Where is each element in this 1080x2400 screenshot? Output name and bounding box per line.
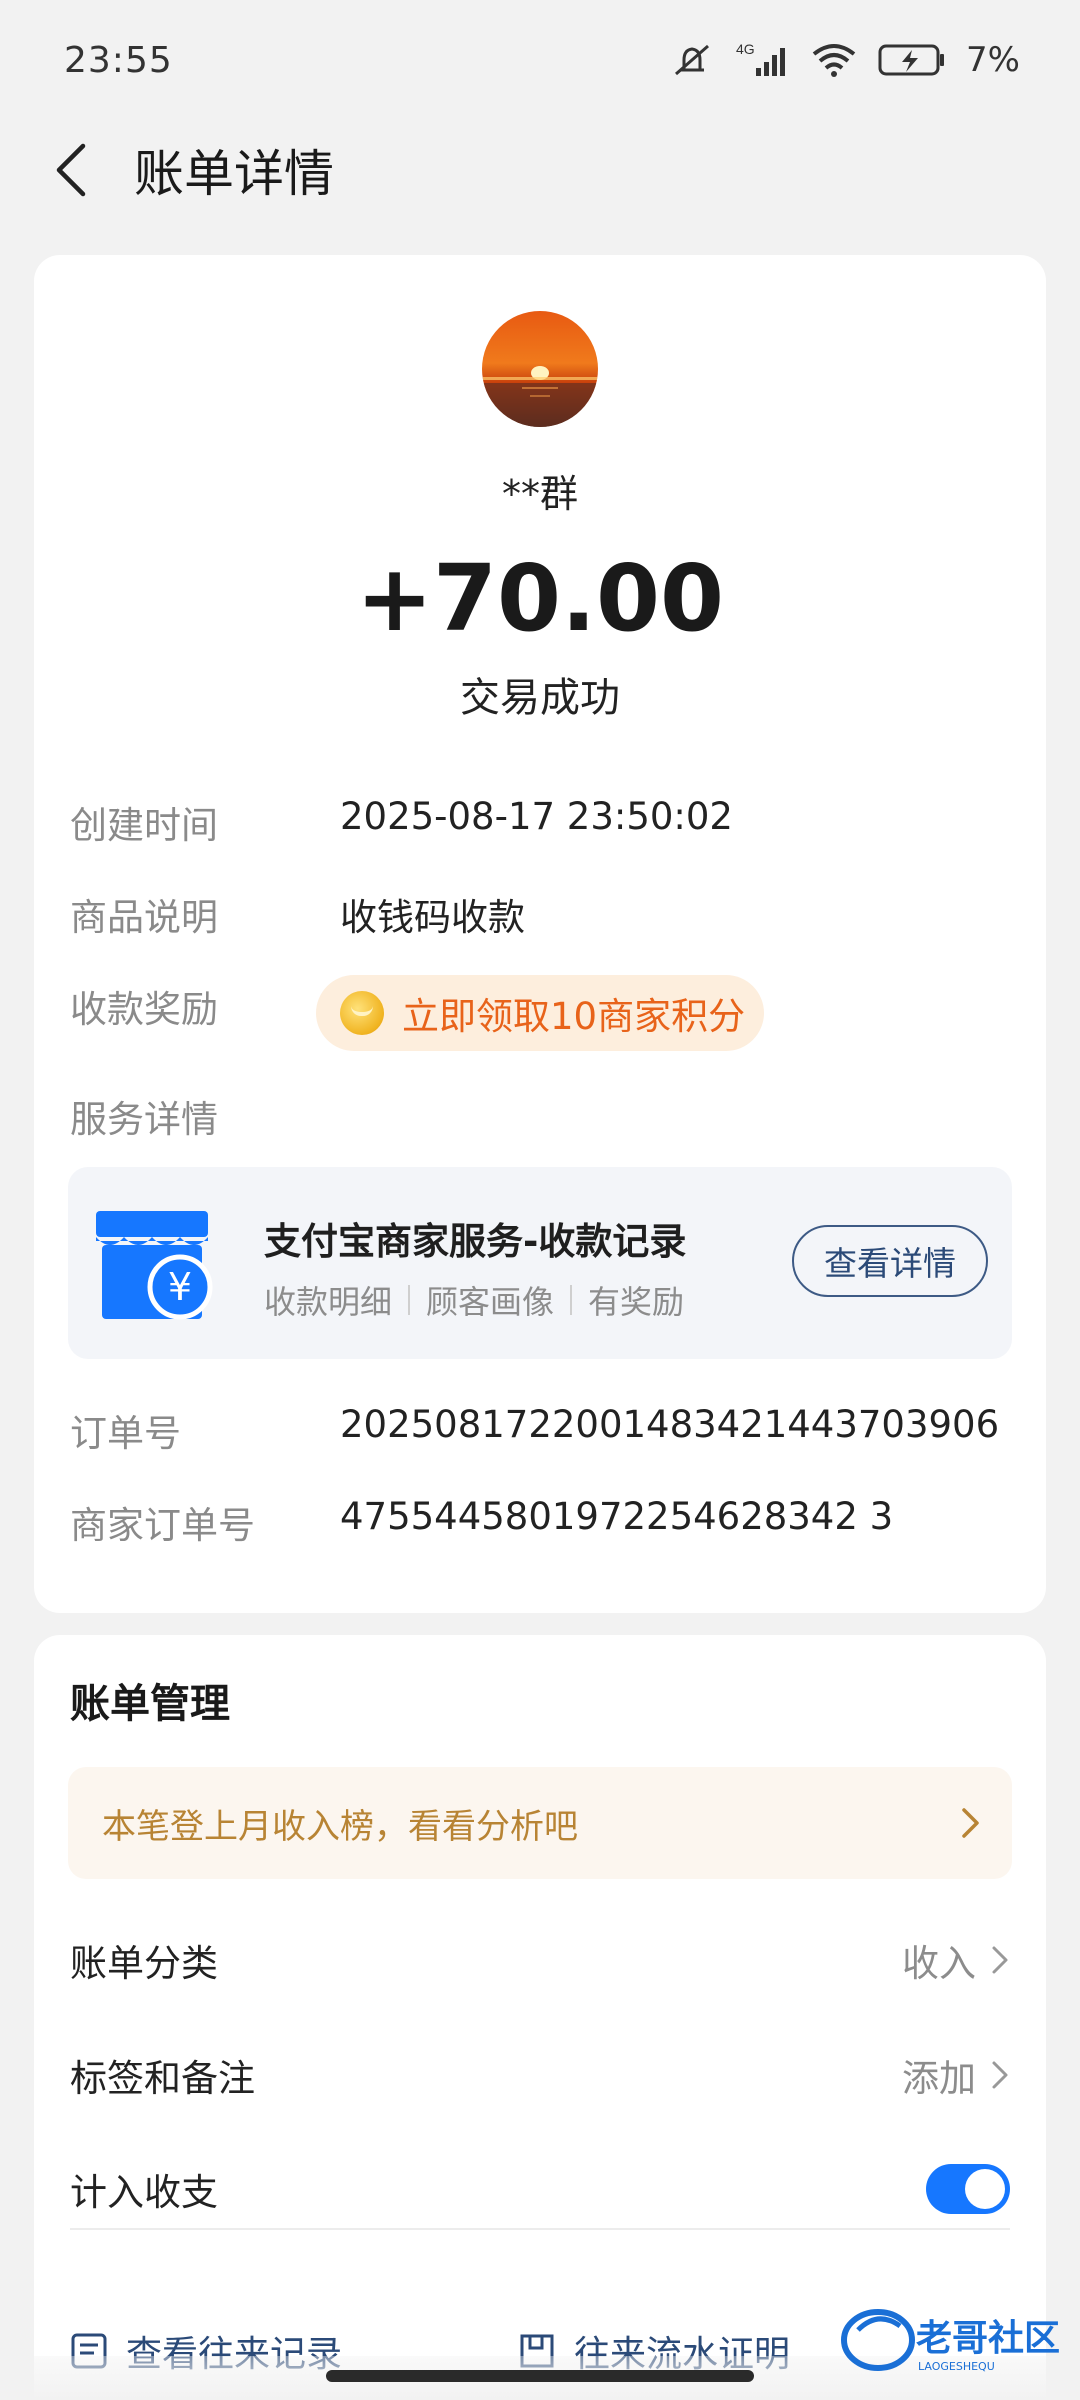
chevron-right-icon bbox=[992, 2061, 1008, 2089]
signal-icon: 4G bbox=[736, 41, 786, 76]
payer-name: **群 bbox=[501, 472, 578, 516]
tags-notes-row[interactable]: 标签和备注 添加 bbox=[70, 2035, 1010, 2115]
transaction-amount: +70.00 bbox=[355, 545, 725, 652]
tag-divider bbox=[408, 1285, 411, 1315]
description-label: 商品说明 bbox=[70, 896, 218, 939]
wifi-icon bbox=[812, 44, 856, 77]
reward-text: 立即领取10商家积分 bbox=[402, 995, 746, 1038]
merchant-order-label: 商家订单号 bbox=[70, 1504, 255, 1547]
service-tag: 有奖励 bbox=[588, 1283, 685, 1321]
status-time: 23:55 bbox=[64, 39, 173, 81]
description-value: 收钱码收款 bbox=[340, 896, 525, 939]
divider bbox=[70, 2228, 1010, 2230]
sunset-avatar-image bbox=[482, 311, 598, 427]
bill-management-card: 账单管理 本笔登上月收入榜，看看分析吧 账单分类 收入 标签和备注 添加 计入收… bbox=[34, 1635, 1046, 2400]
service-tags: 收款明细 顾客画像 有奖励 bbox=[264, 1277, 684, 1323]
avatar bbox=[482, 311, 598, 427]
mute-icon bbox=[675, 44, 710, 76]
battery-icon bbox=[878, 44, 945, 76]
service-label: 服务详情 bbox=[70, 1098, 218, 1141]
section-title: 账单管理 bbox=[70, 1681, 230, 1727]
app-header: 账单详情 bbox=[0, 120, 1080, 220]
view-details-button[interactable]: 查看详情 bbox=[792, 1225, 988, 1297]
watermark-text: 老哥社区 bbox=[916, 2318, 1060, 2359]
reward-label: 收款奖励 bbox=[70, 988, 218, 1031]
chevron-right-icon bbox=[992, 1946, 1008, 1974]
order-number-label: 订单号 bbox=[70, 1412, 181, 1455]
claim-reward-button[interactable]: 立即领取10商家积分 bbox=[316, 975, 764, 1051]
bill-category-value: 收入 bbox=[902, 1942, 976, 1985]
include-income-row: 计入收支 bbox=[70, 2149, 1010, 2229]
toggle-knob bbox=[965, 2169, 1005, 2209]
created-time-value: 2025-08-17 23:50:02 bbox=[340, 795, 733, 838]
include-income-toggle[interactable] bbox=[926, 2164, 1010, 2214]
home-indicator[interactable] bbox=[326, 2370, 754, 2382]
income-rank-banner[interactable]: 本笔登上月收入榜，看看分析吧 bbox=[68, 1767, 1012, 1879]
page-title: 账单详情 bbox=[134, 145, 334, 203]
svg-text:¥: ¥ bbox=[168, 1265, 192, 1309]
status-icons: 4G 7% bbox=[670, 40, 1020, 80]
watermark-logo: 老哥社区 LAOGESHEQU bbox=[838, 2300, 1068, 2380]
network-label: 4G bbox=[736, 41, 755, 57]
merchant-order-value[interactable]: 4755445801972254628342 3 bbox=[340, 1495, 893, 1538]
bill-category-label: 账单分类 bbox=[70, 1942, 218, 1985]
service-tag: 收款明细 bbox=[264, 1283, 393, 1321]
banner-text: 本笔登上月收入榜，看看分析吧 bbox=[102, 1806, 578, 1847]
battery-percent: 7% bbox=[966, 40, 1020, 80]
transaction-status: 交易成功 bbox=[460, 675, 620, 721]
chevron-right-icon bbox=[962, 1808, 979, 1838]
bill-detail-card: **群 +70.00 交易成功 创建时间 2025-08-17 23:50:02… bbox=[34, 255, 1046, 1613]
service-title: 支付宝商家服务-收款记录 bbox=[264, 1220, 687, 1263]
tags-notes-label: 标签和备注 bbox=[70, 2057, 255, 2100]
watermark-subtext: LAOGESHEQU bbox=[918, 2360, 995, 2373]
tag-divider bbox=[570, 1285, 573, 1315]
coin-icon bbox=[340, 991, 384, 1035]
watermark-image: 老哥社区 LAOGESHEQU bbox=[841, 2309, 1060, 2373]
include-income-label: 计入收支 bbox=[70, 2171, 218, 2214]
created-time-label: 创建时间 bbox=[70, 804, 218, 847]
chevron-left-icon bbox=[56, 143, 86, 197]
tags-notes-value: 添加 bbox=[902, 2057, 976, 2100]
status-bar: 23:55 4G 7% bbox=[0, 0, 1080, 120]
bill-category-row[interactable]: 账单分类 收入 bbox=[70, 1920, 1010, 2000]
merchant-service-box[interactable]: ¥ 支付宝商家服务-收款记录 收款明细 顾客画像 有奖励 查看详情 bbox=[68, 1167, 1012, 1359]
order-number-value[interactable]: 2025081722001483421443703906 bbox=[340, 1403, 999, 1446]
shop-icon: ¥ bbox=[96, 1211, 213, 1320]
back-button[interactable] bbox=[36, 135, 106, 205]
service-tag: 顾客画像 bbox=[426, 1283, 555, 1321]
